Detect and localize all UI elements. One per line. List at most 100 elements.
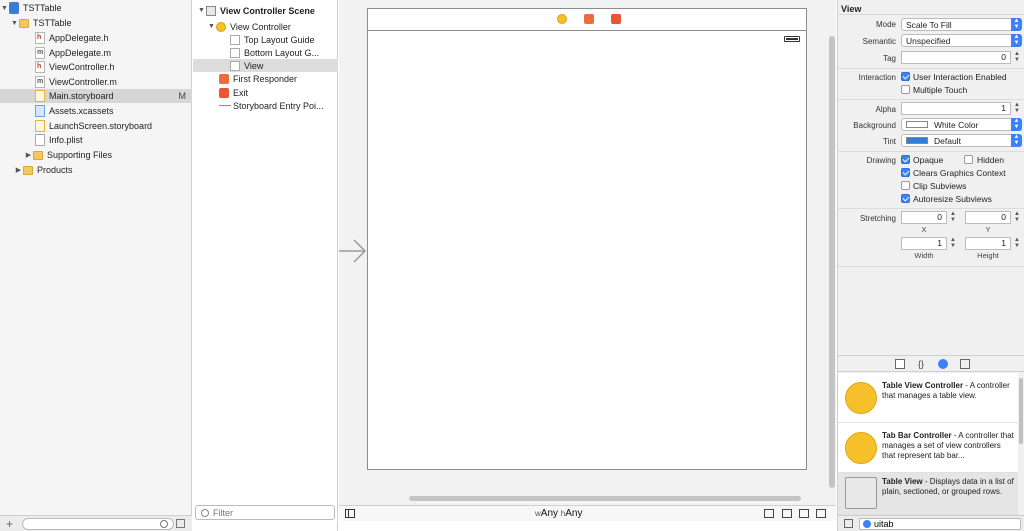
clears-graphics-checkbox[interactable]: [901, 168, 910, 177]
disclosure-open-icon[interactable]: ▼: [207, 23, 216, 30]
stretching-x-field[interactable]: 0: [901, 211, 947, 224]
stretching-x-stepper-icon[interactable]: ▲ ▼: [949, 211, 957, 224]
stretching-width-field[interactable]: 1: [901, 237, 947, 250]
nav-item-viewcontroller-m[interactable]: m ViewController.m: [0, 75, 192, 89]
tint-popup[interactable]: Default ▲ ▼: [901, 134, 1022, 147]
project-icon: [9, 2, 19, 14]
size-class-width-value: Any: [540, 508, 559, 519]
background-popup[interactable]: White Color ▲ ▼: [901, 118, 1022, 131]
library-item-tab-bar-controller[interactable]: Tab Bar Controller - A controller that m…: [838, 423, 1018, 473]
add-icon[interactable]: +: [6, 517, 13, 531]
canvas-vertical-scrollbar[interactable]: [829, 36, 835, 488]
outline-item-bottom-layout-guide[interactable]: Bottom Layout G...: [193, 46, 338, 59]
multiple-touch-checkbox[interactable]: [901, 85, 910, 94]
implementation-file-icon: m: [35, 76, 45, 88]
table-view-controller-icon: [845, 382, 877, 414]
library-search-input[interactable]: [874, 519, 1014, 529]
outline-item-entry-point[interactable]: Storyboard Entry Poi...: [193, 99, 338, 112]
outline-item-label: First Responder: [233, 73, 298, 84]
stretching-height-stepper-icon[interactable]: ▲ ▼: [1013, 237, 1021, 250]
outline-scene[interactable]: ▼ View Controller Scene: [193, 4, 338, 17]
view-controller-icon[interactable]: [557, 14, 567, 24]
stretching-y-stepper-icon[interactable]: ▲ ▼: [1013, 211, 1021, 224]
document-outline-toggle-icon[interactable]: [345, 509, 355, 518]
disclosure-closed-icon[interactable]: ▶: [14, 166, 23, 174]
recent-files-icon[interactable]: [160, 520, 168, 528]
document-outline: ▼ View Controller Scene ▼ View Controlle…: [193, 0, 338, 531]
nav-item-label: ViewController.h: [49, 62, 115, 72]
alpha-stepper-icon[interactable]: ▲ ▼: [1013, 102, 1021, 115]
view-controller-scene[interactable]: [367, 8, 807, 470]
tag-stepper-icon[interactable]: ▲ ▼: [1013, 51, 1021, 64]
library-item-table-view-controller[interactable]: Table View Controller - A controller tha…: [838, 373, 1018, 423]
library-item-table-view[interactable]: Table View - Displays data in a list of …: [838, 473, 1018, 515]
stretching-height-field[interactable]: 1: [965, 237, 1011, 250]
popup-arrows-icon: ▲ ▼: [1011, 34, 1022, 47]
filter-icon: [201, 508, 209, 517]
size-class-control[interactable]: wAny hAny: [535, 508, 582, 519]
nav-item-main-storyboard[interactable]: Main.storyboard M: [0, 89, 192, 103]
library-scrollbar[interactable]: [1019, 378, 1023, 444]
canvas-bottom-bar: wAny hAny: [339, 505, 836, 521]
media-library-icon[interactable]: [960, 359, 970, 369]
first-responder-icon[interactable]: [584, 14, 594, 24]
pin-icon[interactable]: [799, 509, 809, 518]
nav-item-group-tsttable[interactable]: ▼ TSTTable: [0, 16, 192, 30]
tag-field[interactable]: 0: [901, 51, 1011, 64]
navigator-filter-field[interactable]: [22, 518, 174, 530]
user-interaction-label: User Interaction Enabled: [913, 72, 1007, 82]
nav-item-appdelegate-h[interactable]: h AppDelegate.h: [0, 31, 192, 45]
mode-popup[interactable]: Scale To Fill ▲ ▼: [901, 18, 1022, 31]
outline-item-view[interactable]: View: [193, 59, 338, 72]
storyboard-canvas[interactable]: [339, 0, 836, 521]
nav-item-appdelegate-m[interactable]: m AppDelegate.m: [0, 46, 192, 60]
resolve-autolayout-icon[interactable]: [816, 509, 826, 518]
exit-icon[interactable]: [611, 14, 621, 24]
nav-item-label: Info.plist: [49, 135, 83, 145]
outline-filter-input[interactable]: [213, 507, 323, 518]
outline-filter-field[interactable]: [195, 505, 335, 520]
stretching-y-field[interactable]: 0: [965, 211, 1011, 224]
tag-label: Tag: [883, 54, 896, 63]
embed-in-stack-icon[interactable]: [764, 509, 774, 518]
hidden-label: Hidden: [977, 155, 1004, 165]
stretching-width-stepper-icon[interactable]: ▲ ▼: [949, 237, 957, 250]
nav-item-assets[interactable]: Assets.xcassets: [0, 104, 192, 118]
nav-item-label: Assets.xcassets: [49, 106, 114, 116]
disclosure-closed-icon[interactable]: ▶: [24, 151, 33, 159]
tint-label: Tint: [882, 137, 896, 146]
nav-item-viewcontroller-h[interactable]: h ViewController.h: [0, 60, 192, 74]
user-interaction-checkbox[interactable]: [901, 72, 910, 81]
disclosure-open-icon[interactable]: ▼: [10, 20, 19, 27]
autoresize-subviews-checkbox[interactable]: [901, 194, 910, 203]
code-snippet-icon[interactable]: {}: [916, 359, 926, 369]
alpha-field[interactable]: 1: [901, 102, 1011, 115]
outline-item-exit[interactable]: Exit: [193, 86, 338, 99]
nav-item-project[interactable]: ▼ TSTTable: [0, 1, 192, 15]
nav-item-supporting-files[interactable]: ▶ Supporting Files: [0, 148, 192, 162]
opaque-checkbox[interactable]: [901, 155, 910, 164]
clip-subviews-checkbox[interactable]: [901, 181, 910, 190]
disclosure-open-icon[interactable]: ▼: [0, 5, 9, 12]
outline-item-view-controller[interactable]: ▼ View Controller: [193, 20, 338, 33]
entry-point-arrow-icon[interactable]: [339, 236, 367, 266]
nav-item-launchscreen[interactable]: LaunchScreen.storyboard: [0, 119, 192, 133]
library-item-text: Tab Bar Controller - A controller that m…: [882, 431, 1014, 461]
nav-item-products[interactable]: ▶ Products: [0, 163, 192, 177]
outline-item-top-layout-guide[interactable]: Top Layout Guide: [193, 33, 338, 46]
header-file-icon: h: [35, 32, 45, 44]
canvas-horizontal-scrollbar[interactable]: [409, 496, 801, 501]
library-tab-bar: {}: [838, 355, 1024, 372]
nav-item-info-plist[interactable]: Info.plist: [0, 133, 192, 147]
outline-item-first-responder[interactable]: First Responder: [193, 72, 338, 85]
object-library-icon[interactable]: [938, 359, 948, 369]
file-template-icon[interactable]: [895, 359, 905, 369]
disclosure-open-icon[interactable]: ▼: [197, 7, 206, 14]
grid-view-icon[interactable]: [844, 519, 853, 528]
source-control-filter-icon[interactable]: [176, 519, 185, 528]
hidden-checkbox[interactable]: [964, 155, 973, 164]
library-search-field[interactable]: [859, 518, 1021, 530]
semantic-popup[interactable]: Unspecified ▲ ▼: [901, 34, 1022, 47]
align-icon[interactable]: [782, 509, 792, 518]
background-label: Background: [853, 121, 896, 130]
